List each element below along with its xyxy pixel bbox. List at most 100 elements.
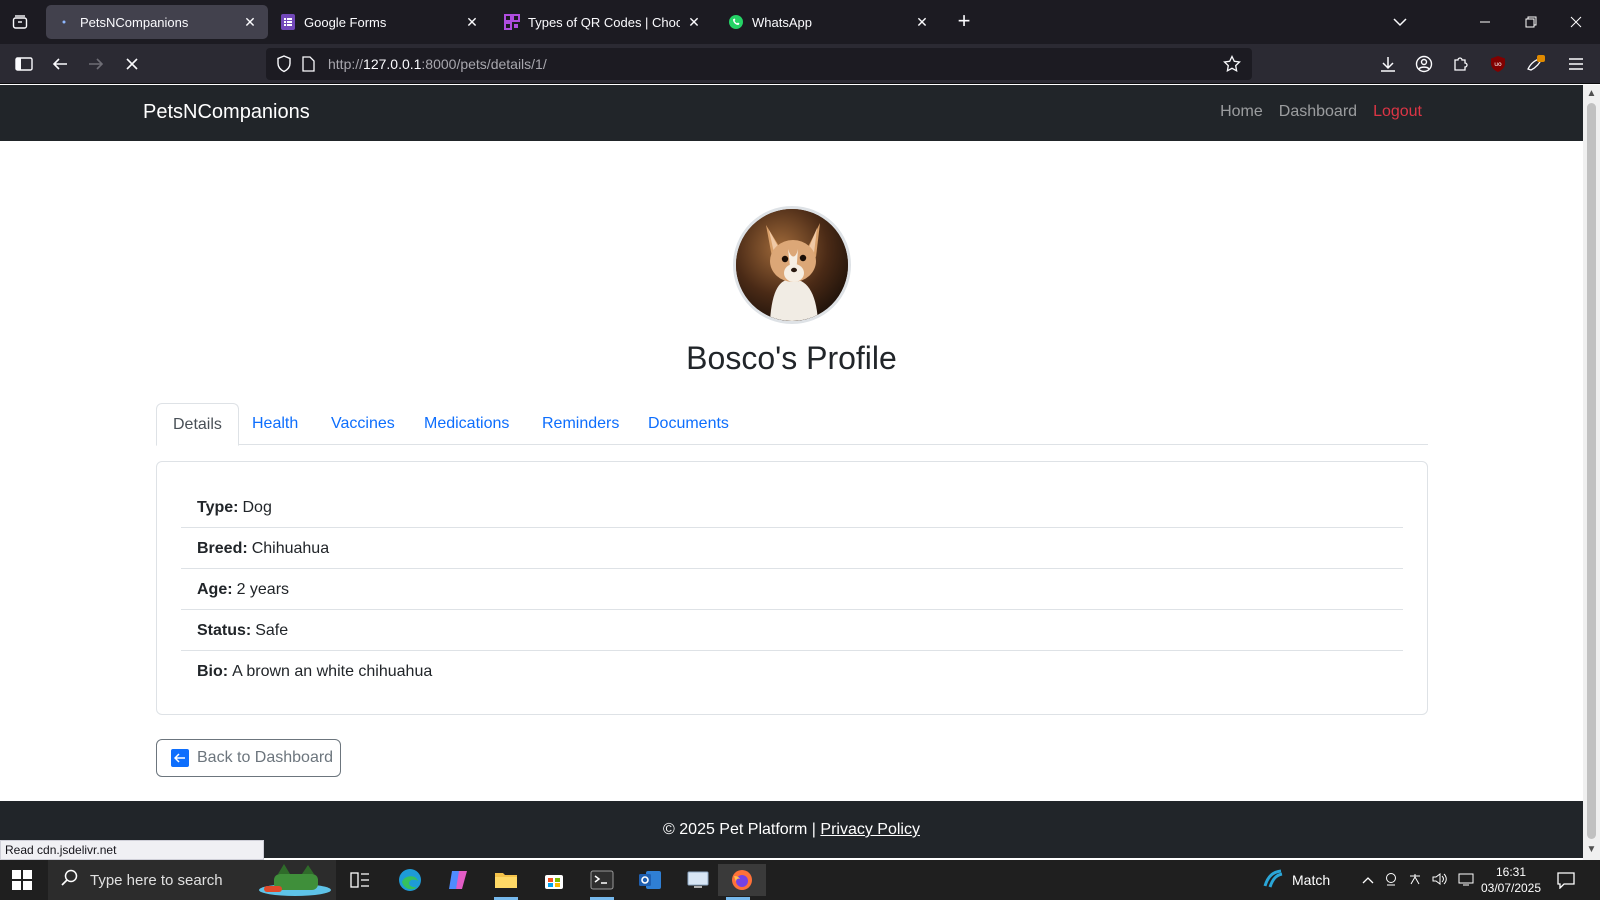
back-to-dashboard-button[interactable]: Back to Dashboard [156, 739, 341, 777]
footer-copyright: © 2025 Pet Platform | [663, 821, 816, 838]
shield-icon[interactable] [274, 54, 294, 74]
browser-toolbar: http://127.0.0.1:8000/pets/details/1/ uo [0, 44, 1600, 84]
hamburger-menu-icon[interactable] [1566, 54, 1586, 74]
tab-title: WhatsApp [752, 14, 812, 30]
ublock-origin-icon[interactable]: uo [1488, 54, 1508, 74]
detail-value: Chihuahua [251, 540, 330, 557]
browser-tab-petsncompanions[interactable]: PetsNCompanions ✕ [46, 5, 268, 39]
browser-status-text: Read cdn.jsdelivr.net [0, 840, 264, 860]
taskbar-search-box[interactable]: Type here to search [48, 860, 336, 900]
browser-tab-whatsapp[interactable]: WhatsApp ✕ [718, 5, 940, 39]
page-info-icon[interactable] [298, 54, 318, 74]
detail-label: Bio: [197, 663, 229, 680]
tab-medications[interactable]: Medications [408, 403, 525, 445]
taskbar-clock[interactable]: 16:31 03/07/2025 [1476, 864, 1546, 896]
scroll-thumb[interactable] [1587, 103, 1596, 839]
clock-date: 03/07/2025 [1480, 881, 1542, 895]
minimize-window-icon[interactable] [1475, 12, 1495, 32]
remote-desktop-icon[interactable] [678, 864, 718, 896]
show-hidden-icons-chevron-icon[interactable] [1362, 873, 1374, 888]
scroll-down-arrow-icon[interactable]: ▼ [1586, 844, 1597, 855]
tab-title: PetsNCompanions [80, 14, 189, 30]
tab-title: Google Forms [304, 14, 387, 30]
browser-tab-bar: PetsNCompanions ✕ Google Forms ✕ Types o… [0, 0, 1600, 44]
browser-tab-qr-codes[interactable]: Types of QR Codes | Choose dif ✕ [494, 5, 712, 39]
detail-row-status: Status: Safe [181, 610, 1403, 651]
new-tab-plus-icon[interactable]: + [952, 10, 976, 34]
nav-home-link[interactable]: Home [1220, 103, 1263, 121]
tab-overview-icon[interactable] [8, 10, 32, 34]
close-tab-icon[interactable]: ✕ [242, 14, 258, 30]
windows-start-icon[interactable] [12, 870, 32, 890]
tab-health[interactable]: Health [236, 403, 314, 445]
close-tab-icon[interactable]: ✕ [464, 14, 480, 30]
url-host: 127.0.0.1 [363, 56, 422, 72]
sidebar-toggle-icon[interactable] [14, 54, 34, 74]
weather-label: Match [1292, 872, 1331, 888]
notifications-icon[interactable] [1556, 860, 1576, 900]
url-path: :8000/pets/details/1/ [421, 56, 547, 72]
search-placeholder: Type here to search [90, 871, 223, 889]
close-tab-icon[interactable]: ✕ [914, 14, 930, 30]
restore-window-icon[interactable] [1521, 12, 1541, 32]
weather-widget[interactable]: Match [1262, 860, 1330, 900]
close-tab-icon[interactable]: ✕ [686, 14, 702, 30]
back-arrow-icon[interactable] [50, 54, 70, 74]
firefox-icon[interactable] [718, 864, 766, 900]
nav-logout-link[interactable]: Logout [1373, 103, 1422, 121]
detail-label: Age: [197, 581, 233, 598]
qr-code-icon [504, 14, 520, 30]
tab-reminders[interactable]: Reminders [526, 403, 635, 445]
volume-speaker-icon[interactable] [1432, 872, 1448, 889]
bookmark-star-icon[interactable] [1222, 54, 1242, 74]
microsoft-store-icon[interactable] [534, 864, 574, 896]
copilot-icon[interactable] [438, 864, 478, 896]
terminal-icon[interactable] [582, 864, 622, 900]
google-forms-icon [280, 14, 296, 30]
tab-details[interactable]: Details [156, 403, 239, 446]
scroll-up-arrow-icon[interactable]: ▲ [1586, 88, 1597, 99]
privacy-policy-link[interactable]: Privacy Policy [820, 821, 920, 838]
tab-vaccines[interactable]: Vaccines [315, 403, 411, 445]
detail-row-type: Type: Dog [181, 487, 1403, 528]
site-navbar: PetsNCompanions Home Dashboard Logout [0, 85, 1583, 141]
url-bar[interactable]: http://127.0.0.1:8000/pets/details/1/ [266, 48, 1252, 80]
search-icon [60, 869, 78, 891]
detail-value: 2 years [236, 581, 290, 598]
profile-tabs: Details Health Vaccines Medications Remi… [156, 403, 1428, 446]
network-display-icon[interactable] [1458, 872, 1474, 889]
nav-dashboard-link[interactable]: Dashboard [1279, 103, 1357, 121]
webcam-icon[interactable] [1384, 872, 1398, 889]
task-view-icon[interactable] [340, 864, 380, 896]
detail-value: A brown an white chihuahua [232, 663, 433, 680]
downloads-icon[interactable] [1378, 54, 1398, 74]
stop-loading-x-icon[interactable] [122, 54, 142, 74]
list-all-tabs-chevron-icon[interactable] [1390, 12, 1410, 32]
input-method-icon[interactable] [1408, 872, 1422, 889]
close-window-icon[interactable] [1566, 12, 1586, 32]
loading-favicon-icon [56, 14, 72, 30]
page-title: Bosco's Profile [686, 340, 897, 376]
detail-label: Status: [197, 622, 252, 639]
account-icon[interactable] [1414, 54, 1434, 74]
svg-text:uo: uo [1494, 61, 1502, 68]
file-explorer-icon[interactable] [486, 864, 526, 900]
edge-browser-icon[interactable] [390, 864, 430, 896]
detail-row-bio: Bio: A brown an white chihuahua [181, 651, 1403, 692]
site-brand[interactable]: PetsNCompanions [143, 101, 310, 124]
outlook-icon[interactable] [630, 864, 670, 896]
url-text[interactable]: http://127.0.0.1:8000/pets/details/1/ [328, 56, 547, 72]
page-scrollbar[interactable]: ▲ ▼ [1583, 85, 1600, 860]
tab-documents[interactable]: Documents [632, 403, 745, 445]
browser-tab-google-forms[interactable]: Google Forms ✕ [270, 5, 490, 39]
nav-links: Home Dashboard Logout [1220, 103, 1422, 121]
extension-notification-icon[interactable] [1526, 54, 1546, 74]
detail-label: Breed: [197, 540, 248, 557]
detail-row-age: Age: 2 years [181, 569, 1403, 610]
extensions-puzzle-icon[interactable] [1450, 54, 1470, 74]
forward-arrow-icon[interactable] [86, 54, 106, 74]
cricket-ball-icon [1262, 868, 1284, 893]
search-highlight-island-icon [256, 862, 334, 900]
detail-row-breed: Breed: Chihuahua [181, 528, 1403, 569]
clock-time: 16:31 [1495, 865, 1527, 879]
